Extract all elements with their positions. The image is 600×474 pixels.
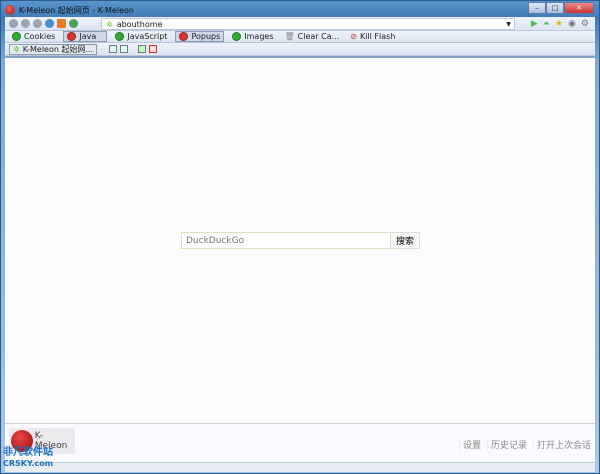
back-icon[interactable] <box>9 19 18 28</box>
enabled-icon <box>232 32 242 41</box>
title-bar: K-Meleon 起始网页 - K-Meleon <box>5 3 134 17</box>
page-footer: K-Meleon 设置 历史记录 打开上次会话 <box>5 423 595 462</box>
app-icon <box>5 5 15 15</box>
tab-start-page[interactable]: ✲ K-Meleon 起始网... <box>9 43 98 55</box>
clear-cache-button[interactable]: 🗑 Clear Ca... <box>282 31 343 42</box>
close-tab-icon[interactable] <box>149 45 158 53</box>
minimize-button[interactable]: – <box>528 2 546 14</box>
toggle-java[interactable]: Java <box>63 31 108 42</box>
forward-icon[interactable] <box>21 19 30 28</box>
toggle-javascript[interactable]: JavaScript <box>112 31 170 42</box>
kill-flash-button[interactable]: ⊘ Kill Flash <box>347 31 398 42</box>
enabled-icon <box>12 32 21 41</box>
bookmark-star-icon[interactable]: ★ <box>555 19 563 29</box>
chevron-down-icon[interactable]: ▼ <box>506 21 511 28</box>
address-bar[interactable]: ✲ abouthome ▼ <box>101 18 515 30</box>
toggle-images[interactable]: Images <box>229 31 276 42</box>
go-icon[interactable]: ▶ <box>531 19 538 29</box>
watermark: 非凡软件站 CRSKY.com <box>3 447 54 468</box>
no-flash-icon: ⊘ <box>350 32 357 41</box>
up-icon[interactable]: ⏶ <box>543 19 550 29</box>
tab-bar: ✲ K-Meleon 起始网... <box>5 43 595 56</box>
rss-icon[interactable] <box>69 19 78 28</box>
restore-session-link[interactable]: 打开上次会话 <box>532 438 591 451</box>
url-text: abouthome <box>116 19 163 29</box>
window-title: K-Meleon 起始网页 - K-Meleon <box>19 5 134 15</box>
add-tab-icon[interactable] <box>138 45 147 53</box>
close-button[interactable]: ✕ <box>564 2 594 14</box>
reload-icon[interactable] <box>45 19 54 28</box>
search-button[interactable]: 搜索 <box>391 232 420 249</box>
history-icon[interactable]: ◉ <box>568 19 576 29</box>
new-tab-icon[interactable] <box>109 45 118 53</box>
toggle-cookies[interactable]: Cookies <box>9 31 58 42</box>
loading-icon: ✲ <box>13 44 20 54</box>
trash-icon: 🗑 <box>284 32 295 41</box>
search-form: 搜索 <box>181 232 420 249</box>
new-window-icon[interactable] <box>120 45 129 53</box>
home-icon[interactable] <box>57 19 66 28</box>
enabled-icon <box>115 32 125 41</box>
disabled-icon <box>179 32 189 41</box>
settings-link[interactable]: 设置 <box>458 438 481 451</box>
settings-icon[interactable]: ⚙ <box>581 19 589 29</box>
maximize-button[interactable]: □ <box>546 2 564 14</box>
history-link[interactable]: 历史记录 <box>486 438 527 451</box>
navigation-toolbar: ✲ abouthome ▼ ▶ ⏶ ★ ◉ ⚙ <box>5 17 595 31</box>
loading-icon: ✲ <box>106 19 113 29</box>
privacy-toolbar: Cookies Java JavaScript Popups Images 🗑 C… <box>5 31 595 43</box>
page-content: 搜索 <box>5 57 595 423</box>
search-input[interactable] <box>181 232 391 249</box>
toggle-popups[interactable]: Popups <box>175 31 225 42</box>
disabled-icon <box>67 32 77 41</box>
stop-icon[interactable] <box>33 19 42 28</box>
status-bar <box>5 462 595 472</box>
browser-window: K-Meleon 起始网页 - K-Meleon – □ ✕ ✲ aboutho… <box>0 0 600 474</box>
